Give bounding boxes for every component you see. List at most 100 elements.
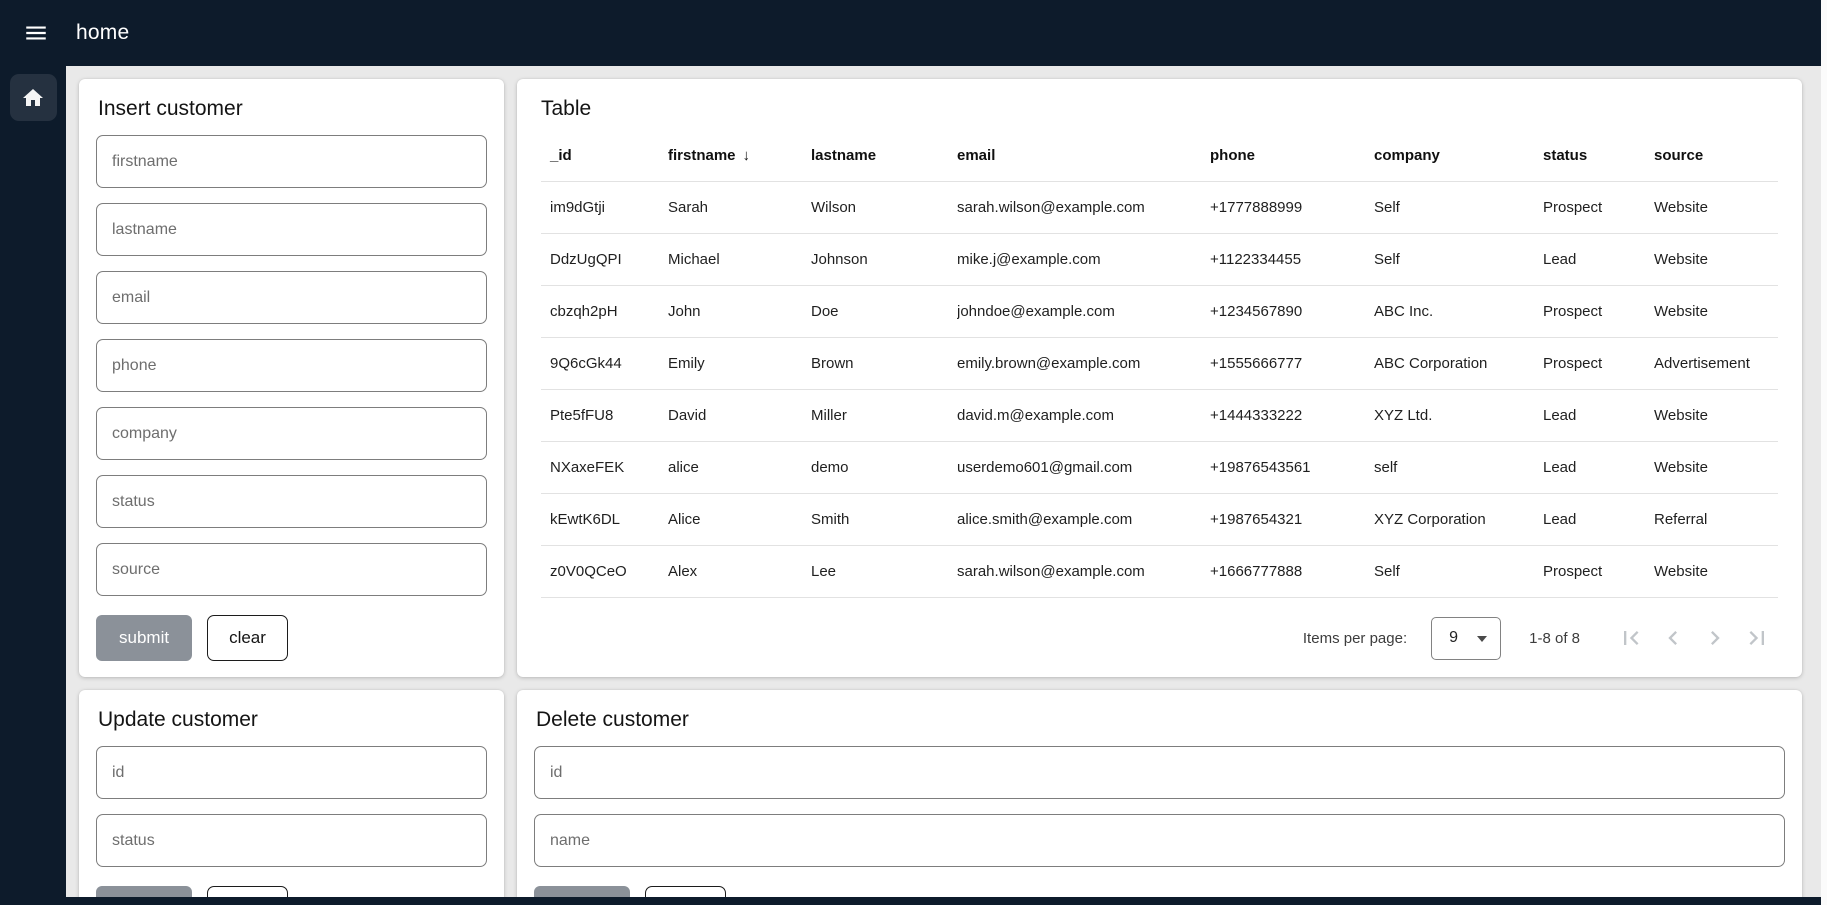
delete-id-input[interactable]	[534, 746, 1785, 799]
table-card: Table _idfirstname ↓ lastnameemail phonecom…	[517, 79, 1802, 677]
last-page-icon	[1743, 624, 1771, 652]
cell-_id: 9Q6cGk44	[541, 337, 668, 389]
cell-phone: +1444333222	[1210, 389, 1374, 441]
cell-lastname: Doe	[811, 285, 957, 337]
table-row[interactable]: Pte5fFU8DavidMillerdavid.m@example.com+1…	[541, 389, 1778, 441]
update-clear-button[interactable]: clear	[207, 886, 288, 897]
cell-source: Website	[1654, 181, 1778, 233]
column-header-_id[interactable]: _id	[541, 131, 668, 181]
sidebar-item-home[interactable]	[10, 74, 57, 121]
cell-phone: +1122334455	[1210, 233, 1374, 285]
table-row[interactable]: DdzUgQPIMichaelJohnsonmike.j@example.com…	[541, 233, 1778, 285]
cell-lastname: demo	[811, 441, 957, 493]
column-header-lastname[interactable]: lastname	[811, 131, 957, 181]
column-header-phone[interactable]: phone	[1210, 131, 1374, 181]
cell-source: Website	[1654, 441, 1778, 493]
hamburger-icon	[23, 20, 49, 46]
dropdown-caret-icon	[1477, 636, 1487, 642]
cell-source: Website	[1654, 233, 1778, 285]
update-id-input[interactable]	[96, 746, 487, 799]
insert-firstname-input[interactable]	[96, 135, 487, 188]
sort-descending-icon: ↓	[743, 147, 751, 164]
cell-firstname: Alex	[668, 545, 811, 597]
cell-company: Self	[1374, 233, 1543, 285]
column-header-firstname[interactable]: firstname ↓	[668, 131, 811, 181]
table-row[interactable]: z0V0QCeOAlexLeesarah.wilson@example.com+…	[541, 545, 1778, 597]
cell-email: alice.smith@example.com	[957, 493, 1210, 545]
cell-_id: Pte5fFU8	[541, 389, 668, 441]
sidebar	[0, 66, 66, 897]
paginator: Items per page: 9 1-8 of 8	[541, 599, 1778, 677]
topbar: home	[0, 0, 1827, 66]
table-title: Table	[541, 97, 1778, 121]
delete-submit-button[interactable]: submit	[534, 886, 630, 897]
insert-lastname-input[interactable]	[96, 203, 487, 256]
cell-phone: +1555666777	[1210, 337, 1374, 389]
table-row[interactable]: NXaxeFEKalicedemouserdemo601@gmail.com+1…	[541, 441, 1778, 493]
insert-email-input[interactable]	[96, 271, 487, 324]
cell-lastname: Smith	[811, 493, 957, 545]
delete-clear-button[interactable]: clear	[645, 886, 726, 897]
home-icon	[21, 86, 45, 110]
table-row[interactable]: 9Q6cGk44EmilyBrownemily.brown@example.co…	[541, 337, 1778, 389]
previous-page-button[interactable]	[1652, 617, 1694, 659]
table-row[interactable]: cbzqh2pHJohnDoejohndoe@example.com+12345…	[541, 285, 1778, 337]
cell-phone: +1987654321	[1210, 493, 1374, 545]
cell-status: Lead	[1543, 389, 1654, 441]
insert-source-input[interactable]	[96, 543, 487, 596]
chevron-right-icon	[1701, 624, 1729, 652]
delete-button-row: submit clear	[534, 886, 1785, 897]
last-page-button[interactable]	[1736, 617, 1778, 659]
cell-lastname: Brown	[811, 337, 957, 389]
first-page-button[interactable]	[1610, 617, 1652, 659]
chevron-left-icon	[1659, 624, 1687, 652]
cell-company: self	[1374, 441, 1543, 493]
cell-status: Lead	[1543, 493, 1654, 545]
cell-email: johndoe@example.com	[957, 285, 1210, 337]
update-status-input[interactable]	[96, 814, 487, 867]
cell-source: Website	[1654, 545, 1778, 597]
insert-phone-input[interactable]	[96, 339, 487, 392]
update-submit-button[interactable]: submit	[96, 886, 192, 897]
cell-email: mike.j@example.com	[957, 233, 1210, 285]
scrollbar[interactable]	[1821, 0, 1827, 905]
insert-company-input[interactable]	[96, 407, 487, 460]
cell-status: Prospect	[1543, 545, 1654, 597]
cell-status: Lead	[1543, 233, 1654, 285]
insert-clear-button[interactable]: clear	[207, 615, 288, 661]
table-row[interactable]: kEwtK6DLAliceSmithalice.smith@example.co…	[541, 493, 1778, 545]
table-body: im9dGtjiSarahWilsonsarah.wilson@example.…	[541, 181, 1778, 597]
cell-firstname: Sarah	[668, 181, 811, 233]
cell-company: Self	[1374, 545, 1543, 597]
column-label: status	[1543, 147, 1587, 164]
column-header-source[interactable]: source	[1654, 131, 1778, 181]
cell-company: Self	[1374, 181, 1543, 233]
cell-_id: im9dGtji	[541, 181, 668, 233]
delete-name-input[interactable]	[534, 814, 1785, 867]
cell-phone: +1666777888	[1210, 545, 1374, 597]
update-customer-form	[96, 746, 487, 882]
cell-firstname: alice	[668, 441, 811, 493]
cell-email: sarah.wilson@example.com	[957, 181, 1210, 233]
insert-button-row: submit clear	[96, 615, 487, 661]
customer-table: _idfirstname ↓ lastnameemail phonecompanyst…	[541, 131, 1778, 598]
column-header-company[interactable]: company	[1374, 131, 1543, 181]
column-label: firstname	[668, 147, 736, 164]
table-header-row: _idfirstname ↓ lastnameemail phonecompanyst…	[541, 131, 1778, 181]
cell-company: ABC Corporation	[1374, 337, 1543, 389]
next-page-button[interactable]	[1694, 617, 1736, 659]
cell-lastname: Lee	[811, 545, 957, 597]
items-per-page-label: Items per page:	[1303, 630, 1407, 647]
column-label: email	[957, 147, 995, 164]
table-row[interactable]: im9dGtjiSarahWilsonsarah.wilson@example.…	[541, 181, 1778, 233]
insert-status-input[interactable]	[96, 475, 487, 528]
items-per-page-select[interactable]: 9	[1431, 617, 1501, 660]
content-area: Insert customer submit clear Table _idfi…	[0, 66, 1827, 897]
cell-source: Website	[1654, 389, 1778, 441]
menu-button[interactable]	[12, 9, 60, 57]
cell-firstname: Emily	[668, 337, 811, 389]
insert-submit-button[interactable]: submit	[96, 615, 192, 661]
column-header-status[interactable]: status	[1543, 131, 1654, 181]
column-header-email[interactable]: email	[957, 131, 1210, 181]
cell-status: Lead	[1543, 441, 1654, 493]
